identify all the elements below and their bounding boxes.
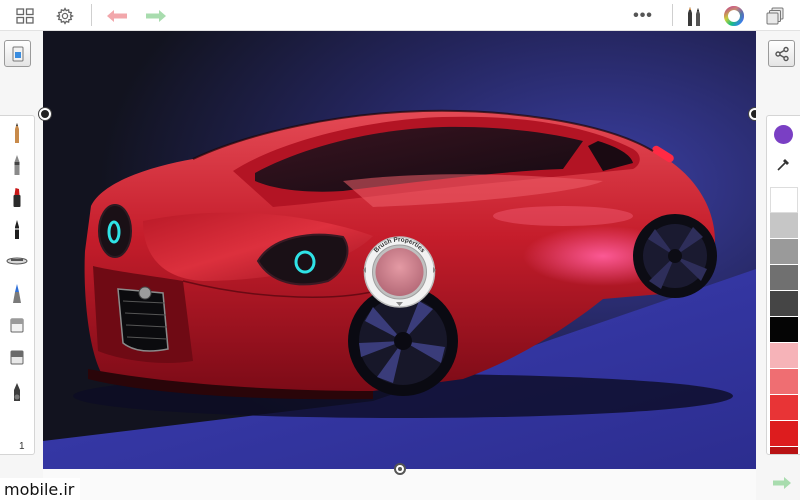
undo-icon[interactable] bbox=[104, 3, 130, 28]
color-swatch[interactable] bbox=[770, 421, 798, 447]
color-swatch[interactable] bbox=[770, 317, 798, 343]
color-swatch[interactable] bbox=[770, 343, 798, 369]
color-swatch[interactable] bbox=[770, 395, 798, 421]
more-label: ••• bbox=[633, 6, 653, 24]
brush-library-icon[interactable] bbox=[681, 3, 707, 28]
color-swatch[interactable] bbox=[770, 291, 798, 317]
smudge-icon[interactable] bbox=[5, 378, 29, 404]
share-button[interactable] bbox=[768, 40, 795, 67]
pencil-icon[interactable] bbox=[5, 120, 29, 146]
redo-icon[interactable] bbox=[143, 3, 169, 28]
brush-preview bbox=[375, 248, 424, 296]
swatch-column bbox=[770, 187, 798, 454]
gear-icon[interactable] bbox=[52, 3, 78, 28]
brush-properties-puck[interactable]: Brush Properties bbox=[359, 234, 440, 308]
color-swatch[interactable] bbox=[770, 239, 798, 265]
brush-number: 1 bbox=[19, 441, 25, 452]
left-edge-pin-icon[interactable] bbox=[39, 108, 51, 120]
color-swatch[interactable] bbox=[770, 447, 798, 454]
color-swatch[interactable] bbox=[770, 369, 798, 395]
gallery-icon[interactable] bbox=[12, 3, 38, 28]
top-toolbar: ••• bbox=[0, 0, 800, 31]
layer-editor-button[interactable] bbox=[4, 40, 31, 67]
color-swatch[interactable] bbox=[770, 213, 798, 239]
ballpoint-pen-icon[interactable] bbox=[5, 152, 29, 178]
more-icon[interactable]: ••• bbox=[630, 3, 656, 28]
layers-icon[interactable] bbox=[762, 3, 788, 28]
toolbar-divider bbox=[91, 4, 92, 26]
color-wheel-icon[interactable] bbox=[721, 3, 747, 28]
color-swatch[interactable] bbox=[770, 187, 798, 213]
eraser-icon[interactable] bbox=[5, 312, 29, 338]
share-icon bbox=[774, 46, 789, 61]
eyedropper-icon[interactable] bbox=[773, 153, 795, 175]
color-swatch[interactable] bbox=[770, 265, 798, 291]
airbrush-icon[interactable] bbox=[5, 248, 29, 274]
drawing-canvas[interactable]: Brush Properties bbox=[43, 31, 756, 469]
redo-corner-icon[interactable] bbox=[768, 470, 796, 496]
toolbar-divider-right bbox=[672, 4, 673, 26]
current-color-swatch[interactable] bbox=[774, 125, 793, 144]
layer-editor-icon bbox=[12, 46, 23, 61]
right-toolbar bbox=[756, 31, 800, 500]
brush-palette: 1 bbox=[0, 115, 35, 455]
paint-brush-icon[interactable] bbox=[5, 280, 29, 306]
bottom-edge-pin-icon[interactable] bbox=[394, 463, 406, 475]
marker-icon[interactable] bbox=[5, 184, 29, 210]
felt-tip-icon[interactable] bbox=[5, 216, 29, 242]
watermark-text: mobile.ir bbox=[0, 478, 81, 500]
left-toolbar: 1 bbox=[0, 31, 43, 500]
hard-eraser-icon[interactable] bbox=[5, 344, 29, 370]
color-palette bbox=[766, 115, 800, 455]
sketchbook-app: ••• 1 Brush Properties mobile.ir bbox=[0, 0, 800, 500]
